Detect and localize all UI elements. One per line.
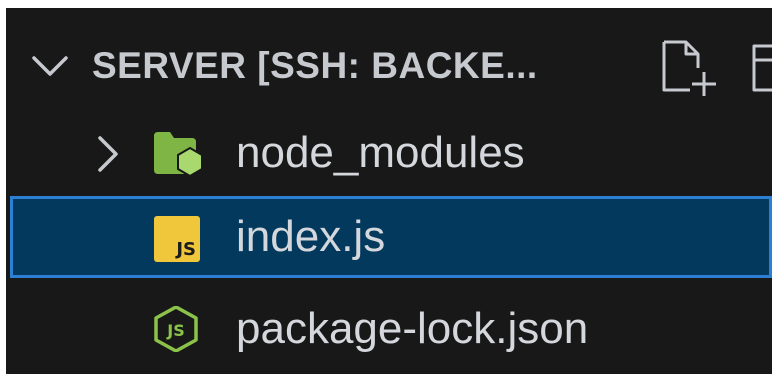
tree-item-node-modules[interactable]: node_modules (6, 112, 772, 194)
svg-text:JS: JS (166, 321, 184, 340)
chevron-right-icon[interactable] (90, 134, 126, 174)
javascript-file-icon: JS (154, 214, 206, 262)
folder-icon (154, 132, 203, 176)
new-folder-icon[interactable] (750, 42, 772, 94)
section-title: SERVER [SSH: BACKE... (92, 45, 538, 86)
section-header[interactable]: SERVER [SSH: BACKE... (6, 30, 772, 102)
nodejs-icon: JS (154, 306, 198, 352)
top-edge (0, 0, 772, 8)
tree-item-package-lock-json[interactable]: JS package-lock.json (6, 288, 772, 370)
explorer-panel: SERVER [SSH: BACKE... node_modules JS in… (6, 8, 772, 374)
tree-item-index-js[interactable]: JS index.js (10, 196, 772, 278)
tree-item-label: index.js (236, 212, 386, 261)
tree-item-label: node_modules (236, 128, 525, 177)
new-file-icon[interactable] (660, 38, 716, 98)
tree-item-label: package-lock.json (236, 304, 589, 353)
chevron-down-icon[interactable] (28, 44, 72, 88)
